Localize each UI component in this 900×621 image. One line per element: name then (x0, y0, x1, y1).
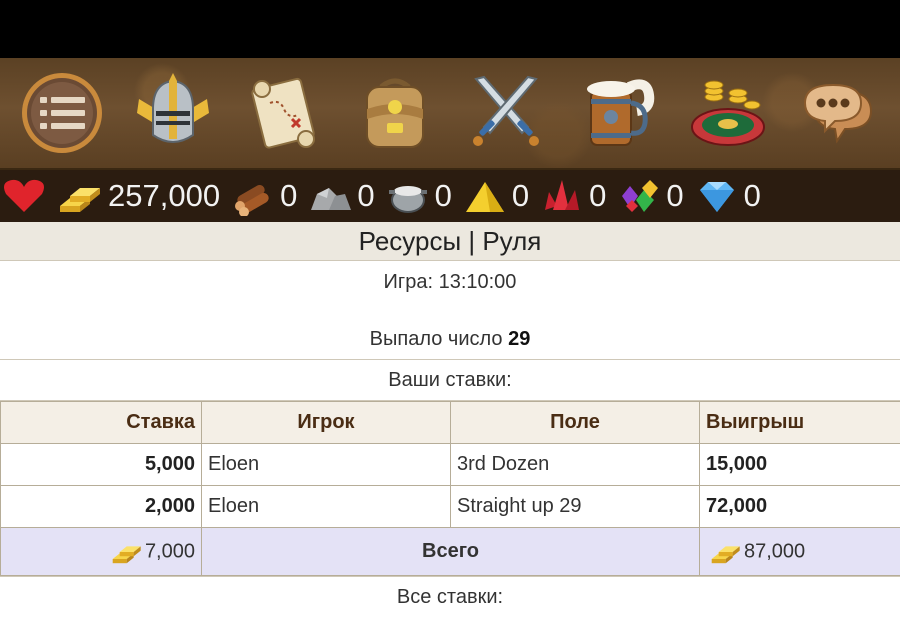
roulette-icon (690, 80, 765, 146)
player-name: Eloen (201, 485, 451, 528)
resource-bar: 257,000 0 0 0 0 0 0 0 (0, 170, 900, 222)
resource-gems[interactable]: 0 (616, 176, 684, 216)
table-header-row: Ставка Игрок Поле Выигрыш (0, 401, 900, 444)
red-crystal-icon (545, 180, 580, 210)
resource-diamond[interactable]: 0 (694, 176, 761, 216)
diamond-value: 0 (743, 178, 761, 213)
win-amount: 72,000 (699, 485, 900, 528)
main-navigation (0, 58, 900, 170)
total-win: 87,000 (744, 540, 806, 562)
health-indicator[interactable] (2, 176, 46, 216)
resource-sulfur[interactable]: 0 (462, 176, 529, 216)
iron-value: 0 (434, 178, 452, 213)
tavern-button[interactable] (569, 65, 665, 161)
backpack-icon (365, 78, 424, 148)
wood-logs-icon (235, 185, 269, 216)
column-header-win: Выигрыш (699, 401, 900, 444)
iron-cauldron-icon (388, 186, 427, 213)
knight-helmet-icon (136, 73, 209, 143)
table-row: 5,000 Eloen 3rd Dozen 15,000 (0, 443, 900, 486)
total-label: Всего (201, 527, 700, 576)
wood-value: 0 (280, 178, 298, 213)
status-bar (0, 0, 900, 58)
chat-button[interactable] (791, 65, 887, 161)
bet-field: 3rd Dozen (450, 443, 700, 486)
your-bets-caption: Ваши ставки: (0, 360, 900, 401)
menu-icon (21, 73, 102, 153)
beer-mug-icon (586, 79, 654, 146)
hero-button[interactable] (125, 65, 221, 161)
all-bets-caption: Все ставки: (0, 576, 900, 617)
diamond-icon (699, 182, 734, 212)
gold-bars-icon (60, 188, 100, 212)
game-time: Игра: 13:10:00 (383, 271, 517, 293)
stone-value: 0 (357, 178, 375, 213)
gold-bars-icon (107, 538, 145, 566)
quests-button[interactable] (236, 65, 332, 161)
drawn-label: Выпало число (369, 328, 503, 350)
menu-button[interactable] (14, 65, 110, 161)
bet-amount: 5,000 (0, 443, 202, 486)
bets-table: Ставка Игрок Поле Выигрыш 5,000 Eloen 3r… (0, 401, 900, 576)
treasure-map-icon (250, 77, 315, 149)
column-header-player: Игрок (201, 401, 451, 444)
drawn-number: 29 (508, 328, 531, 350)
column-header-bet: Ставка (0, 401, 202, 444)
gold-bars-icon (706, 538, 744, 566)
total-bet: 7,000 (144, 540, 195, 562)
chat-bubble-icon (803, 83, 872, 144)
resource-crystal[interactable]: 0 (539, 176, 606, 216)
sulfur-pile-icon (465, 182, 504, 212)
inventory-button[interactable] (347, 65, 443, 161)
sulfur-value: 0 (511, 178, 530, 213)
gems-value: 0 (666, 178, 684, 213)
page-title: Ресурсы | Руля (0, 222, 900, 261)
total-bet-cell: 7,000 (0, 527, 202, 576)
stone-icon (311, 188, 352, 210)
gems-icon (622, 180, 659, 212)
crossed-swords-icon (472, 75, 539, 146)
heart-icon (4, 179, 44, 212)
casino-button[interactable] (680, 65, 776, 161)
drawn-number-line: Выпало число 29 (0, 328, 900, 351)
game-info: Игра: 13:10:00 Выпало число 29 (0, 261, 900, 360)
player-name: Eloen (201, 443, 451, 486)
resource-wood[interactable]: 0 (230, 176, 297, 216)
gold-value: 257,000 (108, 178, 221, 213)
win-amount: 15,000 (699, 443, 900, 486)
resource-iron[interactable]: 0 (385, 176, 452, 216)
total-row: 7,000 Всего 87,000 (0, 527, 900, 576)
crystal-value: 0 (589, 178, 607, 213)
column-header-field: Поле (450, 401, 700, 444)
table-row: 2,000 Eloen Straight up 29 72,000 (0, 485, 900, 528)
bet-field: Straight up 29 (450, 485, 700, 528)
resource-gold[interactable]: 257,000 (56, 176, 220, 216)
resource-stone[interactable]: 0 (307, 176, 375, 216)
battle-button[interactable] (458, 65, 554, 161)
bet-amount: 2,000 (0, 485, 202, 528)
total-win-cell: 87,000 (699, 527, 900, 576)
